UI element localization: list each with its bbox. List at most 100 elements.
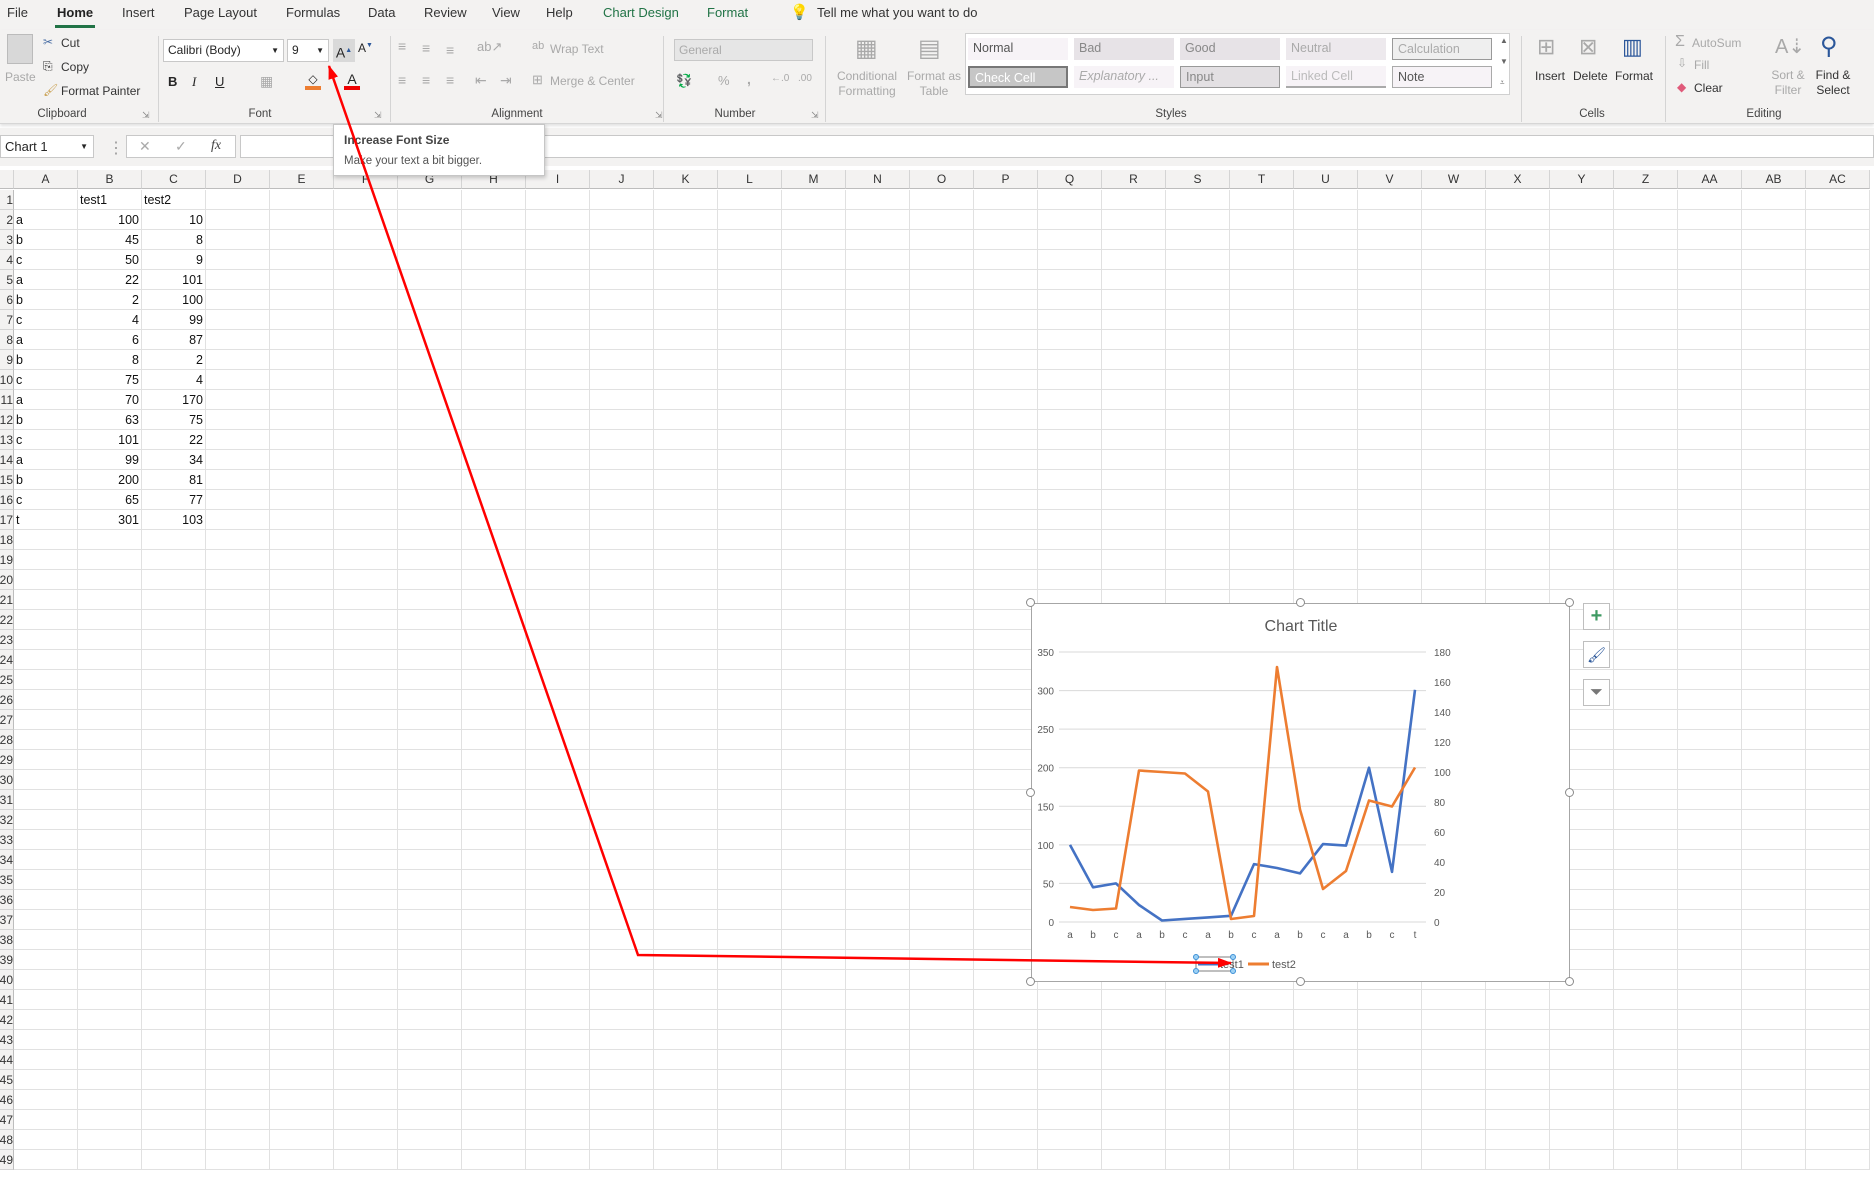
cell-ac6[interactable] [1806, 290, 1870, 310]
cell-aa47[interactable] [1678, 1110, 1742, 1130]
cell-r10[interactable] [1102, 370, 1166, 390]
find-select-button[interactable]: Find & Select [1810, 68, 1856, 98]
cell-z9[interactable] [1614, 350, 1678, 370]
cell-n25[interactable] [846, 670, 910, 690]
cell-t48[interactable] [1230, 1130, 1294, 1150]
cell-z11[interactable] [1614, 390, 1678, 410]
cell-c35[interactable] [142, 870, 206, 890]
cell-aa18[interactable] [1678, 530, 1742, 550]
cell-k37[interactable] [654, 910, 718, 930]
cell-f35[interactable] [334, 870, 398, 890]
cell-t10[interactable] [1230, 370, 1294, 390]
cell-p33[interactable] [974, 830, 1038, 850]
cell-z22[interactable] [1614, 610, 1678, 630]
cell-b45[interactable] [78, 1070, 142, 1090]
cell-l29[interactable] [718, 750, 782, 770]
tab-chart-design[interactable]: Chart Design [603, 5, 679, 20]
cell-o34[interactable] [910, 850, 974, 870]
cell-q41[interactable] [1038, 990, 1102, 1010]
cell-ab14[interactable] [1742, 450, 1806, 470]
cell-h18[interactable] [462, 530, 526, 550]
cell-b43[interactable] [78, 1030, 142, 1050]
column-header-r[interactable]: R [1102, 170, 1166, 189]
cell-h1[interactable] [462, 190, 526, 210]
cell-aa9[interactable] [1678, 350, 1742, 370]
cell-f16[interactable] [334, 490, 398, 510]
cell-l18[interactable] [718, 530, 782, 550]
cell-t4[interactable] [1230, 250, 1294, 270]
cell-h46[interactable] [462, 1090, 526, 1110]
cell-a35[interactable] [14, 870, 78, 890]
cell-z26[interactable] [1614, 690, 1678, 710]
cell-b38[interactable] [78, 930, 142, 950]
cell-i12[interactable] [526, 410, 590, 430]
cell-d47[interactable] [206, 1110, 270, 1130]
cell-c1[interactable]: test2 [142, 190, 206, 210]
cell-g11[interactable] [398, 390, 462, 410]
row-header[interactable]: 45 [0, 1070, 14, 1090]
cell-d30[interactable] [206, 770, 270, 790]
cell-g37[interactable] [398, 910, 462, 930]
cell-b3[interactable]: 45 [78, 230, 142, 250]
cell-p48[interactable] [974, 1130, 1038, 1150]
cell-aa35[interactable] [1678, 870, 1742, 890]
cell-u41[interactable] [1294, 990, 1358, 1010]
column-header-n[interactable]: N [846, 170, 910, 189]
cell-l25[interactable] [718, 670, 782, 690]
cell-m31[interactable] [782, 790, 846, 810]
cell-r17[interactable] [1102, 510, 1166, 530]
cell-w5[interactable] [1422, 270, 1486, 290]
cell-a3[interactable]: b [14, 230, 78, 250]
cell-k43[interactable] [654, 1030, 718, 1050]
cell-m30[interactable] [782, 770, 846, 790]
cell-m32[interactable] [782, 810, 846, 830]
cell-f20[interactable] [334, 570, 398, 590]
cell-s48[interactable] [1166, 1130, 1230, 1150]
cell-e38[interactable] [270, 930, 334, 950]
cell-c29[interactable] [142, 750, 206, 770]
cell-ab20[interactable] [1742, 570, 1806, 590]
cell-aa34[interactable] [1678, 850, 1742, 870]
cell-y11[interactable] [1550, 390, 1614, 410]
cell-e49[interactable] [270, 1150, 334, 1170]
cell-g6[interactable] [398, 290, 462, 310]
cell-p10[interactable] [974, 370, 1038, 390]
column-header-z[interactable]: Z [1614, 170, 1678, 189]
cell-z30[interactable] [1614, 770, 1678, 790]
cell-k25[interactable] [654, 670, 718, 690]
cell-b20[interactable] [78, 570, 142, 590]
cell-e18[interactable] [270, 530, 334, 550]
cell-k34[interactable] [654, 850, 718, 870]
cell-u14[interactable] [1294, 450, 1358, 470]
cell-d22[interactable] [206, 610, 270, 630]
cell-x1[interactable] [1486, 190, 1550, 210]
cell-n22[interactable] [846, 610, 910, 630]
cell-k18[interactable] [654, 530, 718, 550]
tab-data[interactable]: Data [368, 5, 395, 20]
cell-b5[interactable]: 22 [78, 270, 142, 290]
cell-b37[interactable] [78, 910, 142, 930]
cell-ac17[interactable] [1806, 510, 1870, 530]
cell-m17[interactable] [782, 510, 846, 530]
cell-u12[interactable] [1294, 410, 1358, 430]
cell-f14[interactable] [334, 450, 398, 470]
cell-aa3[interactable] [1678, 230, 1742, 250]
cell-f30[interactable] [334, 770, 398, 790]
cell-i6[interactable] [526, 290, 590, 310]
row-header[interactable]: 4 [0, 250, 14, 270]
cell-z7[interactable] [1614, 310, 1678, 330]
cell-a22[interactable] [14, 610, 78, 630]
cell-f36[interactable] [334, 890, 398, 910]
cell-j5[interactable] [590, 270, 654, 290]
cell-d31[interactable] [206, 790, 270, 810]
row-header[interactable]: 31 [0, 790, 14, 810]
cell-y5[interactable] [1550, 270, 1614, 290]
cell-o25[interactable] [910, 670, 974, 690]
align-middle-icon[interactable]: ≡ [422, 40, 430, 56]
cell-g41[interactable] [398, 990, 462, 1010]
cell-e1[interactable] [270, 190, 334, 210]
cell-k41[interactable] [654, 990, 718, 1010]
cell-i45[interactable] [526, 1070, 590, 1090]
cell-n3[interactable] [846, 230, 910, 250]
cell-ac44[interactable] [1806, 1050, 1870, 1070]
